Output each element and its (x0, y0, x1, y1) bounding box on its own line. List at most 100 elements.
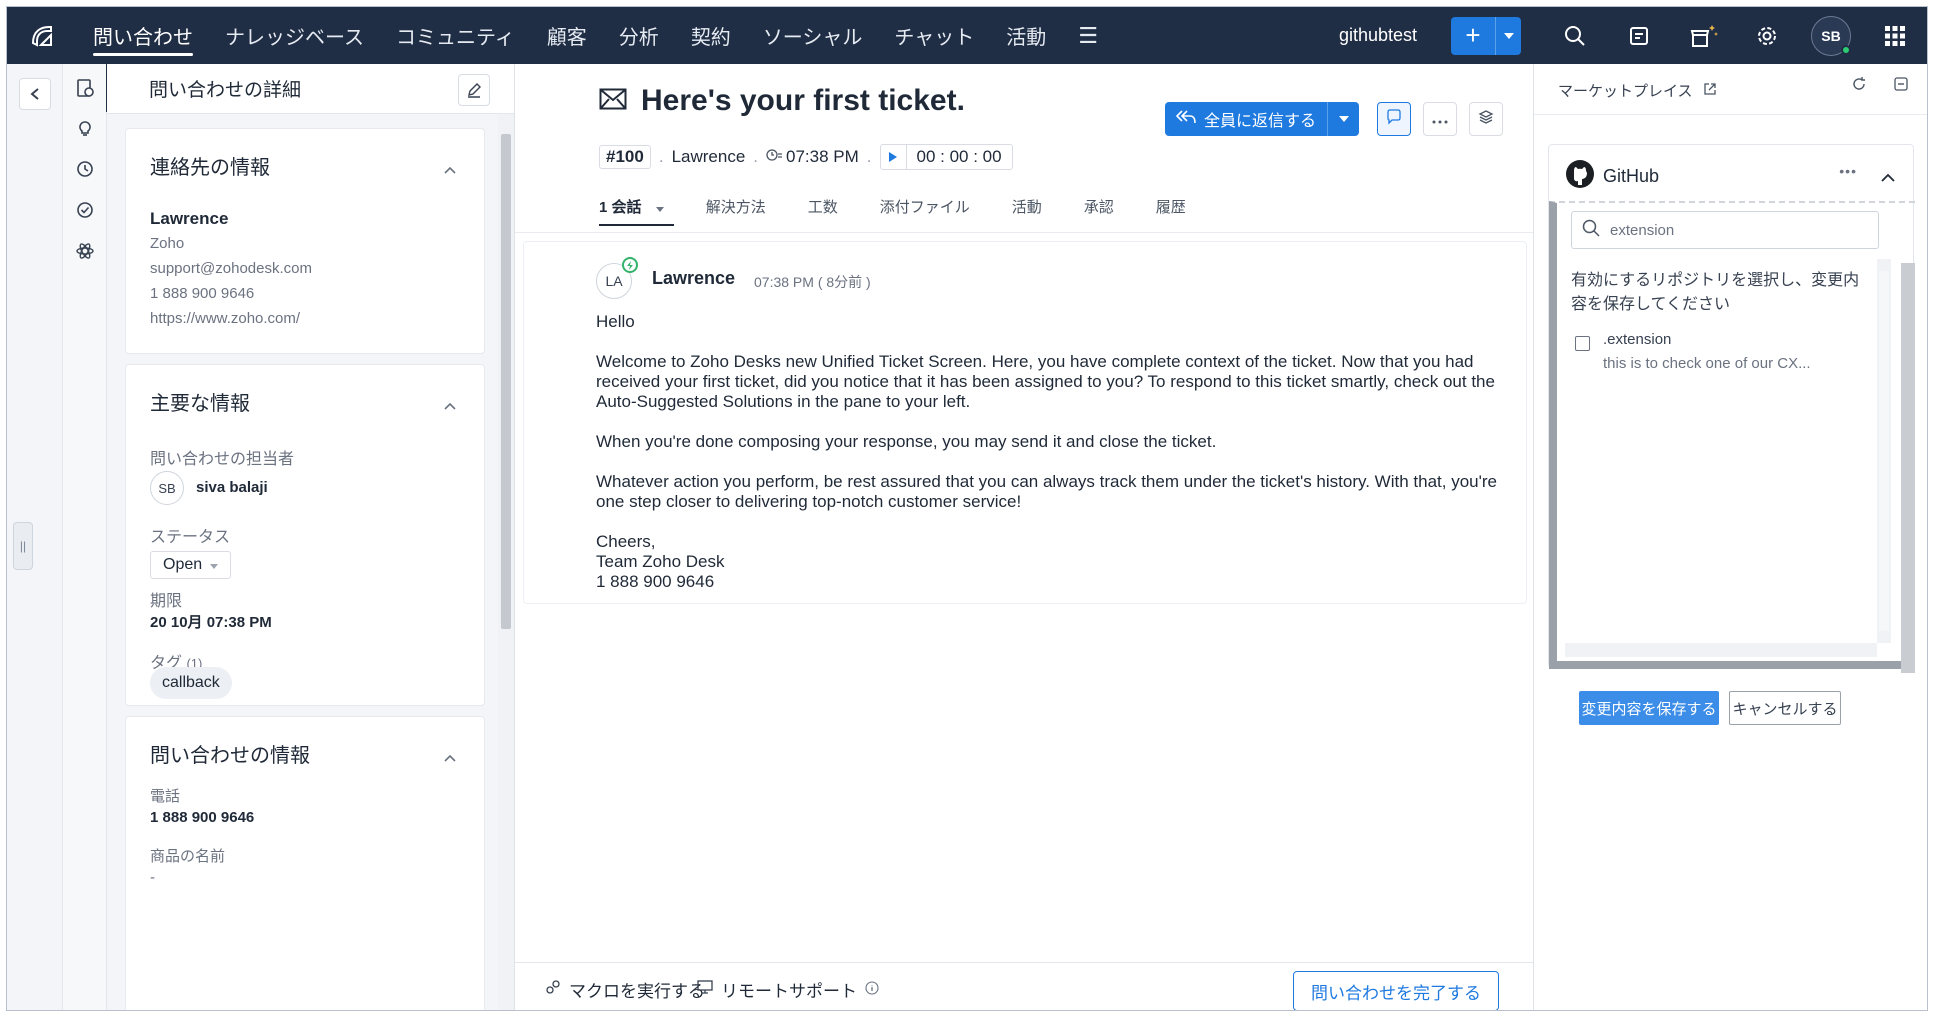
more-tabs-icon[interactable]: ☰ (1062, 7, 1114, 64)
tab-approval[interactable]: 承認 (1084, 194, 1114, 234)
history-icon[interactable] (71, 155, 99, 183)
github-widget-title: GitHub (1603, 166, 1660, 186)
comment-icon (1386, 108, 1402, 130)
sender-initials: LA (605, 273, 623, 289)
chevron-down-icon[interactable] (1495, 16, 1521, 55)
repo-checkbox[interactable] (1575, 336, 1590, 351)
play-icon[interactable] (881, 145, 907, 169)
contact-account[interactable]: Zoho (150, 235, 184, 252)
tab-activity[interactable]: 活動 (1012, 194, 1042, 234)
tab-social[interactable]: ソーシャル (747, 7, 879, 64)
tab-history[interactable]: 履歴 (1156, 194, 1186, 234)
online-status-dot (1841, 44, 1851, 55)
org-name[interactable]: githubtest (1339, 25, 1417, 46)
gear-icon[interactable] (1735, 7, 1799, 64)
minimize-icon[interactable] (1893, 76, 1909, 97)
details-header: 問い合わせの詳細 (107, 64, 514, 114)
tab-analytics[interactable]: 分析 (603, 7, 675, 64)
details-title: 問い合わせの詳細 (149, 80, 302, 101)
contact-website[interactable]: https://www.zoho.com/ (150, 310, 300, 327)
message-paragraph: Welcome to Zoho Desks new Unified Ticket… (596, 352, 1495, 411)
repo-description: this is to check one of our CX... (1603, 355, 1811, 372)
search-icon[interactable] (1543, 7, 1607, 64)
tab-contracts[interactable]: 契約 (675, 7, 747, 64)
save-changes-button[interactable]: 変更内容を保存する (1579, 691, 1719, 725)
chevron-up-icon[interactable] (444, 747, 456, 767)
ticket-timer[interactable]: 00 : 00 : 00 (879, 144, 1013, 170)
refresh-icon[interactable] (1851, 76, 1867, 97)
approvals-check-icon[interactable] (71, 196, 99, 224)
info-icon[interactable] (865, 980, 879, 1000)
chevron-down-icon[interactable] (1327, 102, 1359, 136)
user-avatar[interactable]: SB (1811, 15, 1851, 56)
monitor-icon (697, 979, 713, 1000)
contact-name[interactable]: Lawrence (150, 209, 228, 229)
due-value[interactable]: 20 10月 07:38 PM (150, 611, 272, 632)
suggestions-bulb-icon[interactable] (71, 114, 99, 142)
tab-time-entry[interactable]: 工数 (808, 194, 838, 234)
scrollbar-thumb[interactable] (1879, 271, 1889, 631)
ticket-contact[interactable]: Lawrence (672, 147, 746, 167)
thread-message: LA Lawrence 07:38 PM ( 8分前 ) Hello Welco… (523, 241, 1527, 604)
comment-button[interactable] (1377, 102, 1411, 136)
message-body: Hello Welcome to Zoho Desks new Unified … (596, 312, 1506, 612)
tab-resolution[interactable]: 解決方法 (706, 194, 766, 234)
phone-label: 電話 (150, 788, 181, 805)
ticket-id[interactable]: #100 (599, 145, 651, 169)
tab-conversations[interactable]: 1 会話 (599, 194, 674, 234)
repo-search-input[interactable]: extension (1571, 211, 1879, 249)
reply-all-button[interactable]: 全員に返信する (1165, 102, 1359, 136)
tab-attachments[interactable]: 添付ファイル (880, 194, 970, 234)
tab-tickets[interactable]: 問い合わせ (77, 7, 209, 64)
chevron-up-icon[interactable] (444, 395, 456, 415)
run-macro-button[interactable]: マクロを実行する (545, 977, 705, 1002)
chevron-up-icon[interactable] (1881, 167, 1895, 187)
widget-horizontal-scrollbar[interactable] (1565, 643, 1877, 657)
tab-activities[interactable]: 活動 (990, 7, 1062, 64)
status-dropdown[interactable]: Open (150, 551, 232, 579)
more-actions-button[interactable] (1423, 102, 1457, 136)
tab-customers[interactable]: 顧客 (531, 7, 603, 64)
plus-icon[interactable]: + (1451, 17, 1495, 55)
remote-support-button[interactable]: リモートサポート (697, 977, 879, 1002)
layers-button[interactable] (1469, 102, 1503, 136)
phone-value[interactable]: 1 888 900 9646 (150, 809, 254, 826)
more-dots-icon[interactable]: ••• (1839, 163, 1857, 179)
ticket-subject: Here's your first ticket. (641, 84, 965, 117)
zoho-desk-logo-icon[interactable] (7, 7, 77, 64)
tab-chat[interactable]: チャット (878, 7, 990, 64)
tab-knowledge-base[interactable]: ナレッジベース (209, 7, 380, 64)
sender-name[interactable]: Lawrence (652, 268, 735, 289)
edit-button[interactable] (458, 74, 490, 106)
panel-resize-handle[interactable]: || (13, 522, 33, 570)
cancel-button[interactable]: キャンセルする (1729, 691, 1841, 725)
marketplace-panel: マーケットプレイス GitHub ••• extension 有効にするリポジト… (1533, 64, 1927, 1010)
close-ticket-button[interactable]: 問い合わせを完了する (1293, 971, 1499, 1010)
message-paragraph: When you're done composing your response… (596, 432, 1217, 451)
ticket-info-card: 問い合わせの情報 電話 1 888 900 9646 商品の名前 - (125, 716, 485, 1010)
widget-outer-scrollbar[interactable] (1901, 263, 1915, 673)
widget-inner-scrollbar[interactable] (1877, 259, 1891, 643)
contact-phone[interactable]: 1 888 900 9646 (150, 285, 254, 302)
external-link-icon[interactable] (1703, 82, 1717, 100)
message-paragraph: Cheers, Team Zoho Desk 1 888 900 9646 (596, 532, 725, 591)
tab-conversations-label: 1 会話 (599, 199, 642, 216)
back-button[interactable] (19, 78, 51, 110)
tab-community[interactable]: コミュニティ (380, 7, 531, 64)
tag-chip[interactable]: callback (150, 667, 232, 699)
ticket-properties-icon[interactable] (71, 64, 108, 112)
scrollbar-thumb[interactable] (501, 134, 511, 629)
apps-grid-icon[interactable] (1863, 7, 1927, 64)
chevron-up-icon[interactable] (444, 159, 456, 179)
owner-name[interactable]: siva balaji (196, 479, 268, 496)
contact-email[interactable]: support@zohodesk.com (150, 260, 312, 277)
product-value[interactable]: - (150, 869, 155, 886)
integrations-atom-icon[interactable] (71, 237, 99, 265)
repo-name[interactable]: .extension (1603, 331, 1671, 348)
app-window: 問い合わせ ナレッジベース コミュニティ 顧客 分析 契約 ソーシャル チャット… (6, 6, 1928, 1011)
contact-info-heading: 連絡先の情報 (150, 157, 270, 179)
details-scrollbar[interactable] (498, 114, 514, 1010)
quick-create-button[interactable]: + (1451, 16, 1521, 55)
notes-icon[interactable] (1607, 7, 1671, 64)
marketplace-icon[interactable] (1671, 7, 1735, 64)
